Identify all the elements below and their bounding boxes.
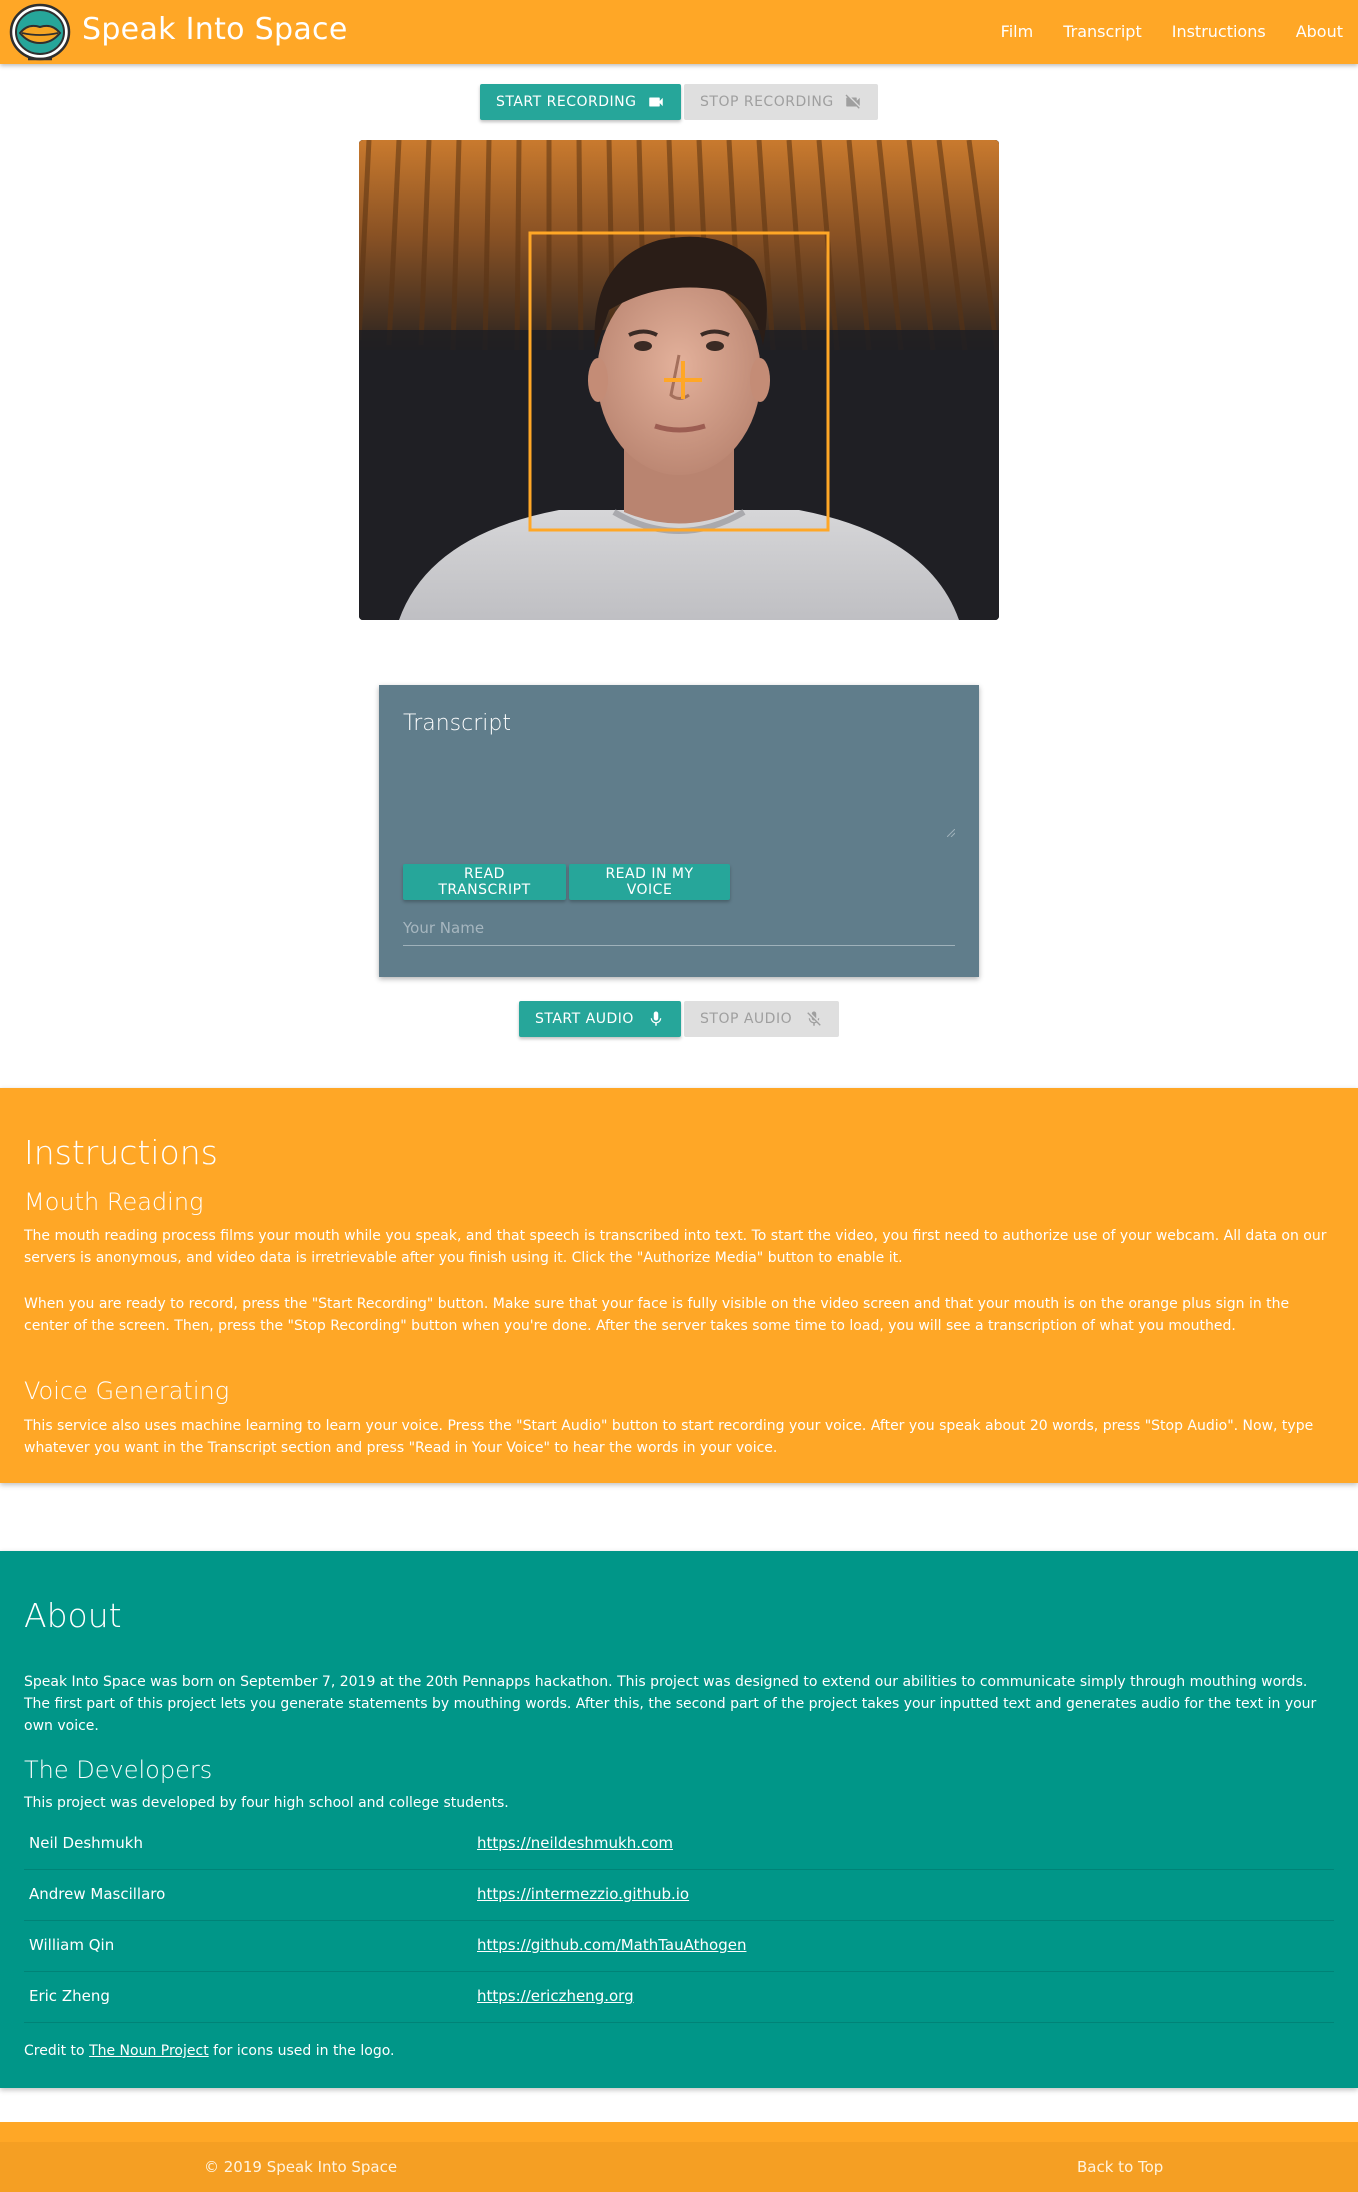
table-row: Neil Deshmukh https://neildeshmukh.com [24,1819,1334,1870]
footer-top-bar [0,2122,1358,2142]
nav-link-instructions[interactable]: Instructions [1157,0,1281,64]
stop-recording-label: Stop Recording [700,94,834,110]
noun-project-link[interactable]: The Noun Project [89,2043,209,2059]
resize-grip-icon[interactable] [947,829,955,837]
about-section: About Speak Into Space was born on Septe… [0,1551,1358,2088]
videocam-icon [649,97,663,107]
webcam-video [359,140,999,620]
transcript-textarea[interactable] [403,753,955,825]
instructions-section: Instructions Mouth Reading The mouth rea… [0,1088,1358,1483]
transcript-card: Transcript Read Transcript Read in my vo… [379,685,979,977]
voice-generating-paragraph: This service also uses machine learning … [24,1418,1314,1456]
mouth-reading-paragraph-1: The mouth reading process films your mou… [24,1228,1327,1266]
nav-links: Film Transcript Instructions About [986,0,1358,64]
transcript-title: Transcript [403,711,511,736]
back-to-top-link[interactable]: Back to Top [1077,2158,1163,2176]
developers-title: The Developers [24,1756,213,1784]
developer-name: Eric Zheng [29,1987,110,2005]
stop-recording-button[interactable]: Stop Recording [684,84,878,120]
developers-intro: This project was developed by four high … [24,1795,509,1811]
table-row: Eric Zheng https://ericzheng.org [24,1972,1334,2023]
credit-prefix: Credit to [24,2043,90,2059]
stop-audio-button[interactable]: Stop Audio [684,1001,839,1037]
start-audio-button[interactable]: Start Audio [519,1001,681,1037]
credit-suffix: for icons used in the logo. [208,2043,395,2059]
developer-link[interactable]: https://intermezzio.github.io [477,1885,689,1903]
developer-link[interactable]: https://ericzheng.org [477,1987,634,2005]
voice-generating-title: Voice Generating [24,1377,230,1405]
mic-icon [650,1011,662,1026]
videocam-off-icon [845,94,860,109]
read-transcript-label: Read Transcript [438,866,531,898]
table-row: William Qin https://github.com/MathTauAt… [24,1921,1334,1972]
developers-table: Neil Deshmukh https://neildeshmukh.com A… [24,1819,1334,2023]
credit-text: Credit to The Noun Project for icons use… [24,2043,394,2059]
developer-name: Andrew Mascillaro [29,1885,166,1903]
mouth-reading-paragraph-2: When you are ready to record, press the … [24,1296,1290,1334]
instructions-title: Instructions [24,1133,218,1172]
footer: © 2019 Speak Into Space Back to Top [0,2142,1358,2192]
nav-link-about[interactable]: About [1281,0,1358,64]
logo-icon[interactable] [8,3,72,61]
mic-off-icon [807,1011,821,1026]
table-row: Andrew Mascillaro https://intermezzio.gi… [24,1870,1334,1921]
webcam-frame [359,140,999,620]
nav-link-transcript[interactable]: Transcript [1048,0,1157,64]
stop-audio-label: Stop Audio [700,1011,793,1027]
your-name-input[interactable] [403,910,955,946]
developer-link[interactable]: https://neildeshmukh.com [477,1834,673,1852]
read-in-my-voice-button[interactable]: Read in my voice [569,864,730,900]
about-title: About [24,1596,122,1635]
developer-name: Neil Deshmukh [29,1834,143,1852]
start-audio-label: Start Audio [535,1011,634,1027]
read-in-my-voice-label: Read in my voice [605,866,694,898]
copyright-text: © 2019 Speak Into Space [204,2158,398,2176]
mouth-reading-title: Mouth Reading [24,1188,204,1216]
nav-link-film[interactable]: Film [986,0,1049,64]
start-recording-button[interactable]: Start Recording [480,84,681,120]
developer-link[interactable]: https://github.com/MathTauAthogen [477,1936,746,1954]
read-transcript-button[interactable]: Read Transcript [403,864,566,900]
about-paragraph: Speak Into Space was born on September 7… [24,1674,1317,1734]
start-recording-label: Start Recording [496,94,637,110]
navbar: Speak Into Space Film Transcript Instruc… [0,0,1358,64]
brand-title[interactable]: Speak Into Space [82,12,348,47]
developer-name: William Qin [29,1936,115,1954]
